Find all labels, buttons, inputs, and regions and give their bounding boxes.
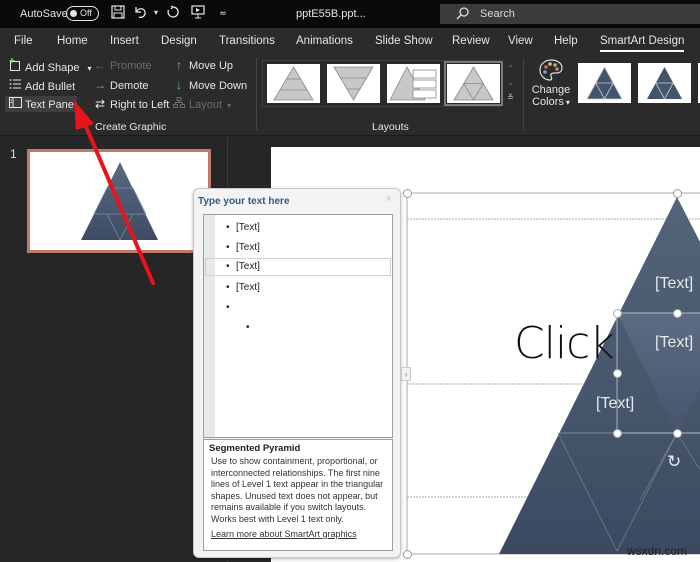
bullet-icon: • (226, 242, 230, 253)
resize-handle[interactable] (673, 189, 682, 198)
resize-handle[interactable] (613, 429, 622, 438)
text-pane-title: Type your text here (198, 196, 290, 207)
layout-description: Segmented Pyramid Use to show containmen… (203, 439, 393, 551)
bullet-text: [Text] (236, 222, 260, 233)
resize-handle[interactable] (403, 189, 412, 198)
resize-handle[interactable] (673, 429, 682, 438)
bullet-item-selected[interactable]: • [Text] (205, 258, 391, 276)
text-pane-gutter (204, 215, 215, 437)
watermark: wsxdn.com (627, 544, 688, 558)
bullet-icon: • (246, 322, 250, 333)
smartart-text-pane: Type your text here × • [Text] • [Text] • [… (193, 188, 401, 558)
bullet-icon: • (226, 302, 230, 313)
close-icon[interactable]: × (386, 193, 392, 205)
layout-description-title: Segmented Pyramid (209, 443, 301, 454)
bullet-item[interactable]: • [Text] (226, 242, 260, 253)
bullet-text: [Text] (236, 242, 260, 253)
bullet-item[interactable]: • [Text] (226, 222, 260, 233)
resize-handle[interactable] (673, 309, 682, 318)
bullet-text: [Text] (236, 261, 260, 272)
layout-description-body: Use to show containment, proportional, o… (211, 456, 384, 524)
text-pane-bullet-list[interactable]: • [Text] • [Text] • [Text] • [Text] • • (203, 214, 393, 438)
bullet-icon: • (226, 282, 230, 293)
text-pane-expander[interactable]: › (401, 367, 411, 381)
bullet-item-empty[interactable]: • (226, 302, 236, 313)
bullet-item[interactable]: • [Text] (226, 282, 260, 293)
resize-handle[interactable] (403, 550, 412, 559)
resize-handle[interactable] (613, 369, 622, 378)
rotate-handle-icon[interactable]: ↻ (667, 452, 681, 472)
pyramid-text-top[interactable]: [Text] (655, 275, 693, 293)
resize-handle[interactable] (613, 309, 622, 318)
pyramid-text-middle[interactable]: [Text] (655, 334, 693, 352)
learn-more-link[interactable]: Learn more about SmartArt graphics (209, 529, 387, 539)
bullet-text: [Text] (236, 282, 260, 293)
bullet-icon: • (226, 222, 230, 233)
title-placeholder-text[interactable]: Click (514, 318, 615, 369)
bullet-item-level2[interactable]: • (246, 322, 256, 333)
pyramid-text-left[interactable]: [Text] (596, 395, 634, 413)
bullet-icon: • (226, 261, 230, 272)
